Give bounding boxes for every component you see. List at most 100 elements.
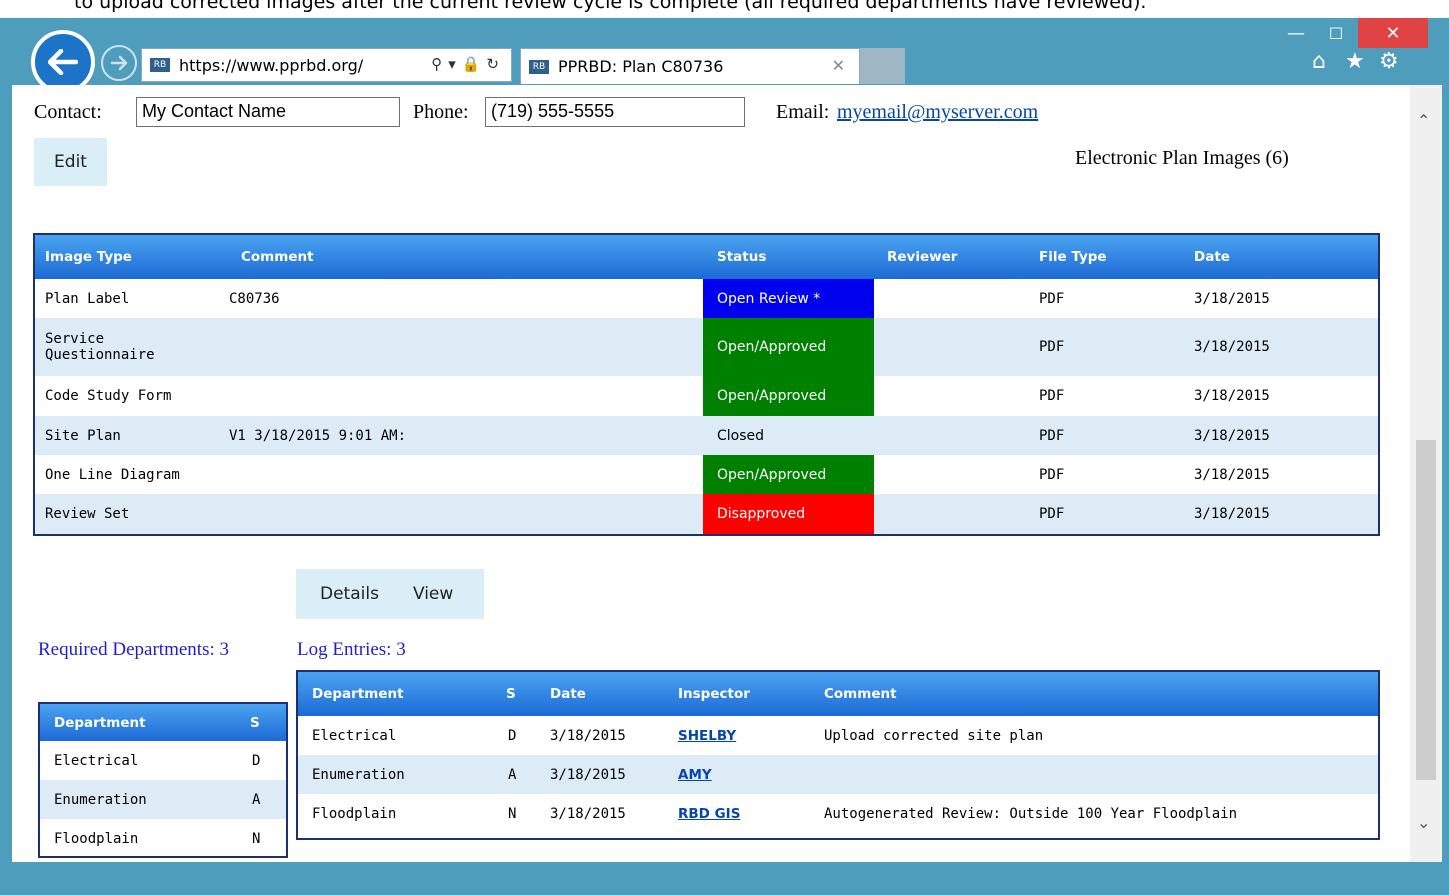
- col-department[interactable]: Department: [54, 704, 146, 741]
- edit-button[interactable]: Edit: [34, 138, 107, 186]
- file-type: PDF: [1039, 388, 1065, 404]
- address-url: https://www.pprbd.org/: [179, 55, 364, 75]
- col-comment[interactable]: Comment: [241, 235, 314, 279]
- new-tab-button[interactable]: [860, 48, 905, 84]
- email-label: Email:: [776, 101, 830, 123]
- image-date: 3/18/2015: [1194, 388, 1270, 404]
- col-status[interactable]: Status: [717, 235, 766, 279]
- images-title: Electronic Plan Images (6): [1075, 147, 1289, 169]
- contact-field[interactable]: My Contact Name: [136, 97, 400, 127]
- maximize-button[interactable]: ☐: [1318, 18, 1354, 48]
- department-name: Enumeration: [54, 791, 147, 808]
- details-view-tabs: Details View: [296, 569, 484, 619]
- departments-table: Department S Electrical D Enumeration A …: [38, 702, 288, 858]
- log-table: Department S Date Inspector Comment Elec…: [296, 670, 1380, 840]
- departments-table-header: Department S: [40, 704, 286, 741]
- image-type: One Line Diagram: [45, 466, 180, 483]
- file-type: PDF: [1039, 339, 1065, 355]
- log-status: N: [508, 805, 517, 822]
- col-inspector[interactable]: Inspector: [678, 672, 750, 716]
- table-row[interactable]: Floodplain N 3/18/2015 RBD GIS Autogener…: [298, 794, 1378, 833]
- table-row[interactable]: Service Questionnaire Open/Approved PDF …: [35, 318, 1378, 376]
- back-arrow-icon: [48, 49, 78, 75]
- log-date: 3/18/2015: [550, 766, 626, 783]
- images-table: Image Type Comment Status Reviewer File …: [33, 233, 1380, 536]
- table-row[interactable]: Floodplain N: [40, 819, 286, 856]
- image-type: Code Study Form: [45, 388, 172, 404]
- file-type: PDF: [1039, 290, 1065, 307]
- favorites-star-icon[interactable]: ★: [1345, 49, 1365, 74]
- col-date[interactable]: Date: [550, 672, 586, 716]
- address-bar[interactable]: RB https://www.pprbd.org/ ⚲▾🔒↻: [141, 48, 512, 82]
- image-date: 3/18/2015: [1194, 506, 1270, 522]
- forward-button[interactable]: [101, 45, 137, 81]
- home-icon[interactable]: ⌂: [1312, 49, 1326, 74]
- image-comment: C80736: [229, 290, 280, 307]
- table-row[interactable]: Electrical D: [40, 741, 286, 780]
- phone-field[interactable]: (719) 555-5555: [485, 97, 745, 127]
- chevron-down-icon[interactable]: ⌄: [1417, 813, 1430, 833]
- close-button[interactable]: ✕: [1358, 18, 1428, 48]
- minimize-button[interactable]: —: [1279, 18, 1313, 48]
- col-date[interactable]: Date: [1194, 235, 1230, 279]
- department-name: Electrical: [54, 752, 139, 769]
- tab-close-icon[interactable]: ✕: [832, 56, 845, 75]
- inspector-link[interactable]: RBD GIS: [678, 806, 740, 822]
- table-row[interactable]: Review Set Disapproved PDF 3/18/2015: [35, 494, 1378, 534]
- department-name: Floodplain: [54, 830, 139, 847]
- file-type: PDF: [1039, 427, 1065, 444]
- table-row[interactable]: Enumeration A 3/18/2015 AMY: [298, 755, 1378, 794]
- required-departments-label: Required Departments: 3: [38, 639, 230, 660]
- chevron-up-icon[interactable]: ⌃: [1417, 111, 1430, 131]
- tab-active[interactable]: RB PPRBD: Plan C80736 ✕: [520, 48, 860, 84]
- log-inspector: SHELBY: [678, 716, 736, 755]
- status-badge: Closed: [717, 427, 765, 444]
- table-row[interactable]: Enumeration A: [40, 780, 286, 819]
- tab-favicon-icon: RB: [528, 58, 550, 75]
- log-department: Floodplain: [312, 805, 397, 822]
- site-favicon-icon: RB: [149, 57, 171, 73]
- inspector-link[interactable]: AMY: [678, 767, 712, 783]
- table-row[interactable]: Site Plan V1 3/18/2015 9:01 AM: Closed P…: [35, 416, 1378, 455]
- page-content: Contact: My Contact Name Phone: (719) 55…: [12, 85, 1442, 862]
- tab-details[interactable]: Details: [320, 584, 379, 604]
- status-badge: Open/Approved: [703, 318, 874, 376]
- col-reviewer[interactable]: Reviewer: [887, 235, 957, 279]
- log-status: A: [508, 766, 517, 783]
- log-inspector: RBD GIS: [678, 794, 740, 833]
- image-type: Plan Label: [45, 290, 130, 307]
- image-type: Review Set: [45, 506, 130, 522]
- log-inspector: AMY: [678, 755, 712, 794]
- image-date: 3/18/2015: [1194, 427, 1270, 444]
- vertical-scrollbar[interactable]: ⌃ ⌄: [1410, 85, 1442, 862]
- table-row[interactable]: Plan Label C80736 Open Review * PDF 3/18…: [35, 279, 1378, 318]
- col-image-type[interactable]: Image Type: [45, 235, 132, 279]
- department-status: D: [252, 752, 261, 769]
- address-tools: ⚲▾🔒↻: [431, 55, 505, 73]
- log-entries-label: Log Entries: 3: [297, 639, 406, 660]
- col-department[interactable]: Department: [312, 672, 404, 716]
- table-row[interactable]: Code Study Form Open/Approved PDF 3/18/2…: [35, 376, 1378, 416]
- col-comment[interactable]: Comment: [824, 672, 897, 716]
- log-date: 3/18/2015: [550, 727, 626, 744]
- status-badge: Open/Approved: [703, 455, 874, 494]
- table-row[interactable]: One Line Diagram Open/Approved PDF 3/18/…: [35, 455, 1378, 494]
- table-row[interactable]: Electrical D 3/18/2015 SHELBY Upload cor…: [298, 716, 1378, 755]
- scrollbar-thumb[interactable]: [1416, 440, 1436, 780]
- image-type: Service Questionnaire: [45, 318, 155, 376]
- log-department: Electrical: [312, 727, 397, 744]
- col-file-type[interactable]: File Type: [1039, 235, 1107, 279]
- image-comment: V1 3/18/2015 9:01 AM:: [229, 427, 407, 444]
- image-date: 3/18/2015: [1194, 290, 1270, 307]
- col-s[interactable]: S: [250, 704, 260, 741]
- file-type: PDF: [1039, 506, 1065, 522]
- settings-gear-icon[interactable]: ⚙: [1379, 49, 1399, 74]
- department-status: A: [252, 791, 261, 808]
- log-status: D: [508, 727, 517, 744]
- image-type-line2: Questionnaire: [45, 347, 155, 363]
- inspector-link[interactable]: SHELBY: [678, 728, 736, 744]
- contact-label: Contact:: [34, 101, 102, 123]
- tab-view[interactable]: View: [413, 584, 453, 604]
- col-s[interactable]: S: [506, 672, 516, 716]
- email-link[interactable]: myemail@myserver.com: [837, 101, 1038, 124]
